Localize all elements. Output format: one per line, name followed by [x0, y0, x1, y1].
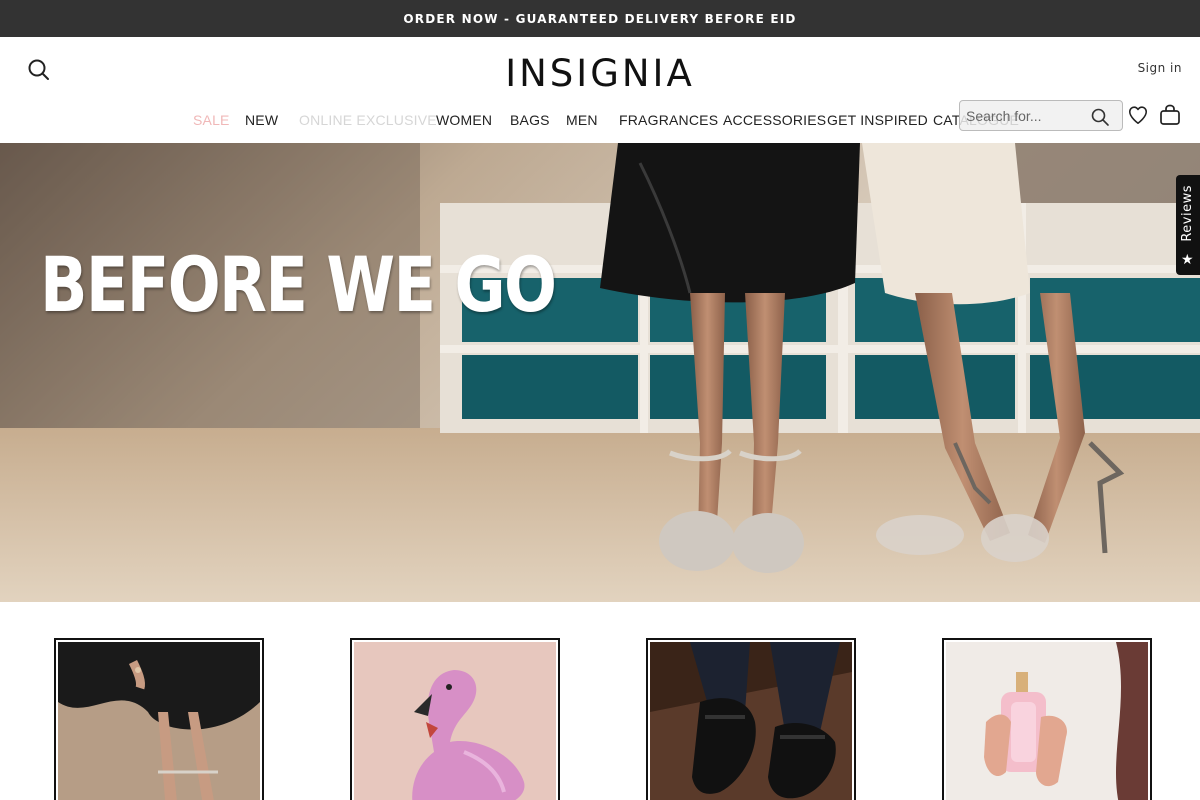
site-logo[interactable]: INSIGNIA [480, 51, 720, 95]
hero-image [0, 143, 1200, 602]
search-input[interactable] [966, 107, 1086, 124]
announcement-text: ORDER NOW - GUARANTEED DELIVERY BEFORE E… [403, 11, 797, 26]
tile-image-fragrance [946, 642, 1148, 800]
nav-item-women[interactable]: WOMEN [436, 112, 492, 128]
nav-item-accessories[interactable]: ACCESSORIES [723, 112, 826, 128]
tile-image-men-loafers [650, 642, 852, 800]
category-tile-men-loafers[interactable] [646, 638, 856, 800]
star-icon: ★ [1181, 251, 1194, 267]
hero-title: BEFORE WE GO [40, 240, 557, 329]
nav-item-sale[interactable]: SALE [193, 112, 230, 128]
nav-item-men[interactable]: MEN [566, 112, 598, 128]
search-icon[interactable] [26, 57, 52, 83]
site-header: INSIGNIA Sign in SALE NEW ONLINE EXCLUSI… [0, 37, 1200, 143]
category-tile-women-shoes[interactable] [54, 638, 264, 800]
hero-banner[interactable]: BEFORE WE GO [0, 143, 1200, 602]
nav-item-bags[interactable]: BAGS [510, 112, 550, 128]
announcement-bar: ORDER NOW - GUARANTEED DELIVERY BEFORE E… [0, 0, 1200, 37]
tile-image-flamingo-bag [354, 642, 556, 800]
nav-item-online-exclusive[interactable]: ONLINE EXCLUSIVE [299, 112, 437, 128]
nav-item-new[interactable]: NEW [245, 112, 278, 128]
heart-icon[interactable] [1127, 104, 1149, 126]
search-submit-icon[interactable] [1090, 107, 1110, 127]
category-tile-flamingo-bag[interactable] [350, 638, 560, 800]
nav-item-get-inspired[interactable]: GET INSPIRED [827, 112, 928, 128]
sign-in-link[interactable]: Sign in [1138, 61, 1182, 75]
shopping-bag-icon[interactable] [1158, 103, 1182, 127]
tile-image-women-shoes [58, 642, 260, 800]
reviews-tab[interactable]: Reviews ★ [1176, 175, 1200, 275]
nav-item-fragrances[interactable]: FRAGRANCES [619, 112, 718, 128]
reviews-label: Reviews [1180, 185, 1195, 242]
category-tile-fragrance[interactable] [942, 638, 1152, 800]
search-box [959, 100, 1123, 131]
